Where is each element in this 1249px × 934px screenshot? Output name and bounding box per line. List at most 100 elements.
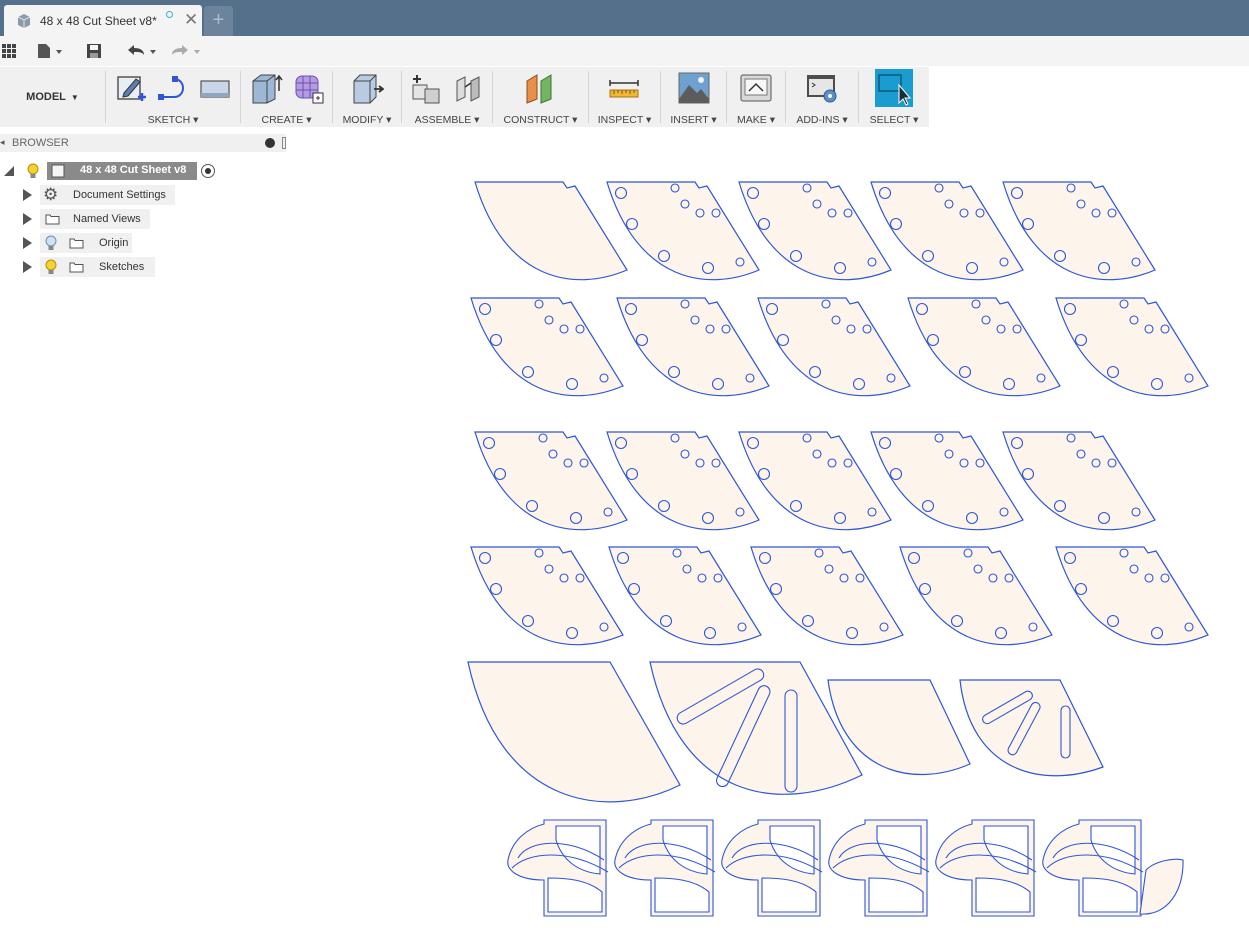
new-component-icon[interactable] (409, 71, 443, 105)
cut-part-wedge[interactable] (470, 297, 624, 397)
create-sketch-icon[interactable] (114, 71, 148, 105)
undo-icon[interactable] (126, 36, 160, 66)
arc-line-icon[interactable] (156, 71, 190, 105)
cut-part-wedge[interactable] (474, 181, 628, 281)
origin-chip[interactable]: Origin (40, 233, 132, 253)
cut-part-wedge[interactable] (907, 297, 1061, 397)
browser-root-row[interactable]: 48 x 48 Cut Sheet v8 (0, 161, 230, 181)
expand-triangle-icon[interactable] (23, 261, 32, 273)
panel-pin-icon[interactable] (282, 137, 286, 149)
select-group: SELECT ▾ (859, 67, 929, 127)
cut-part-chain-link[interactable] (614, 819, 716, 917)
folder-icon (69, 238, 84, 249)
expand-triangle-icon[interactable] (23, 237, 32, 249)
measure-icon[interactable] (607, 71, 641, 105)
cut-part-wedge[interactable] (1055, 546, 1209, 646)
document-cube-icon (17, 14, 31, 28)
cut-part-wedge[interactable] (738, 431, 892, 531)
construct-group-label[interactable]: CONSTRUCT ▾ (493, 114, 588, 126)
minimize-panel-icon[interactable] (265, 138, 275, 148)
cut-part-chain-link[interactable] (935, 819, 1037, 917)
named-views-chip[interactable]: Named Views (40, 209, 150, 229)
cut-part-wedge[interactable] (899, 546, 1053, 646)
cut-part-wedge[interactable] (606, 431, 760, 531)
construct-group: CONSTRUCT ▾ (493, 67, 588, 127)
new-tab-button[interactable]: + (204, 6, 233, 36)
cut-part-large-wedge[interactable] (467, 661, 681, 803)
cut-part-wedge[interactable] (474, 431, 628, 531)
main-toolbar: MODEL ▼ SKETCH ▾ CREATE ▾ MODIFY ▾ ASSEM… (0, 67, 929, 127)
file-menu-icon[interactable] (36, 36, 64, 66)
app-grid-icon[interactable] (2, 36, 16, 66)
scripts-addins-icon[interactable] (805, 71, 839, 105)
assemble-group-label[interactable]: ASSEMBLE ▾ (402, 114, 492, 126)
cut-part-wedge[interactable] (1055, 297, 1209, 397)
cut-part-slotted-wedge-small[interactable] (959, 679, 1104, 777)
browser-item-sketches[interactable]: Sketches (0, 257, 180, 277)
named-views-label: Named Views (73, 213, 141, 225)
sketches-chip[interactable]: Sketches (40, 257, 155, 277)
cut-part-wedge[interactable] (1002, 431, 1156, 531)
lightbulb-icon[interactable] (26, 163, 40, 179)
expand-triangle-icon[interactable] (23, 189, 32, 201)
lightbulb-off-icon[interactable] (44, 235, 58, 251)
redo-icon[interactable] (170, 36, 204, 66)
cut-part-wedge[interactable] (1002, 181, 1156, 281)
cut-part-wedge[interactable] (608, 546, 762, 646)
root-component-chip[interactable]: 48 x 48 Cut Sheet v8 (47, 162, 197, 180)
cut-part-wedge[interactable] (616, 297, 770, 397)
cut-part-chain-link[interactable] (507, 819, 609, 917)
cut-part-wedge[interactable] (738, 181, 892, 281)
modify-group-label[interactable]: MODIFY ▾ (333, 114, 401, 126)
cut-part-chain-link[interactable] (1042, 819, 1144, 917)
expand-triangle-icon[interactable] (23, 213, 32, 225)
activate-radio-icon[interactable] (201, 164, 215, 178)
cut-part-wedge[interactable] (470, 546, 624, 646)
document-settings-chip[interactable]: ⚙ Document Settings (40, 185, 175, 205)
create-form-icon[interactable] (291, 71, 325, 105)
3d-print-icon[interactable] (739, 71, 773, 105)
cut-part-chain-end[interactable] (1139, 858, 1184, 915)
make-group-label[interactable]: MAKE ▾ (727, 114, 785, 126)
extrude-icon[interactable] (249, 71, 283, 105)
browser-item-origin[interactable]: Origin (0, 233, 180, 253)
collapse-left-icon[interactable]: ◂ (0, 137, 5, 148)
browser-panel-header: ◂ BROWSER (0, 134, 286, 152)
modify-group: MODIFY ▾ (333, 67, 401, 127)
addins-group-label[interactable]: ADD-INS ▾ (786, 114, 858, 126)
lightbulb-icon[interactable] (44, 259, 58, 275)
joint-icon[interactable] (451, 71, 485, 105)
insert-group-label[interactable]: INSERT ▾ (661, 114, 726, 126)
cut-part-wedge[interactable] (757, 297, 911, 397)
browser-item-document-settings[interactable]: ⚙ Document Settings (0, 185, 180, 205)
press-pull-icon[interactable] (350, 71, 384, 105)
cut-part-chain-link[interactable] (721, 819, 823, 917)
insert-image-icon[interactable] (677, 71, 711, 105)
rectangle-icon[interactable] (198, 71, 232, 105)
close-tab-icon[interactable]: ✕ (184, 10, 198, 30)
cut-part-wedge[interactable] (870, 431, 1024, 531)
offset-plane-icon[interactable] (523, 71, 557, 105)
select-tool-button[interactable] (875, 69, 913, 107)
document-settings-label: Document Settings (73, 189, 166, 201)
cut-part-wedge[interactable] (870, 181, 1024, 281)
cut-part-wedge[interactable] (606, 181, 760, 281)
document-tab[interactable]: 48 x 48 Cut Sheet v8* ✕ (4, 5, 202, 36)
inspect-group: INSPECT ▾ (589, 67, 660, 127)
cut-part-chain-link[interactable] (828, 819, 930, 917)
assemble-group: ASSEMBLE ▾ (402, 67, 492, 127)
collapse-triangle-icon[interactable] (3, 165, 15, 177)
inspect-group-label[interactable]: INSPECT ▾ (589, 114, 660, 126)
origin-label: Origin (99, 237, 129, 249)
create-group-label[interactable]: CREATE ▾ (241, 114, 332, 126)
workspace-switcher[interactable]: MODEL ▼ (0, 67, 105, 127)
design-canvas[interactable] (440, 170, 1240, 930)
cut-part-wedge[interactable] (750, 546, 904, 646)
select-window-icon (878, 74, 912, 106)
browser-title: BROWSER (12, 137, 69, 149)
addins-group: ADD-INS ▾ (786, 67, 858, 127)
sketch-group-label[interactable]: SKETCH ▾ (106, 114, 240, 126)
select-group-label[interactable]: SELECT ▾ (859, 114, 929, 126)
browser-item-named-views[interactable]: Named Views (0, 209, 180, 229)
save-icon[interactable] (86, 36, 102, 66)
